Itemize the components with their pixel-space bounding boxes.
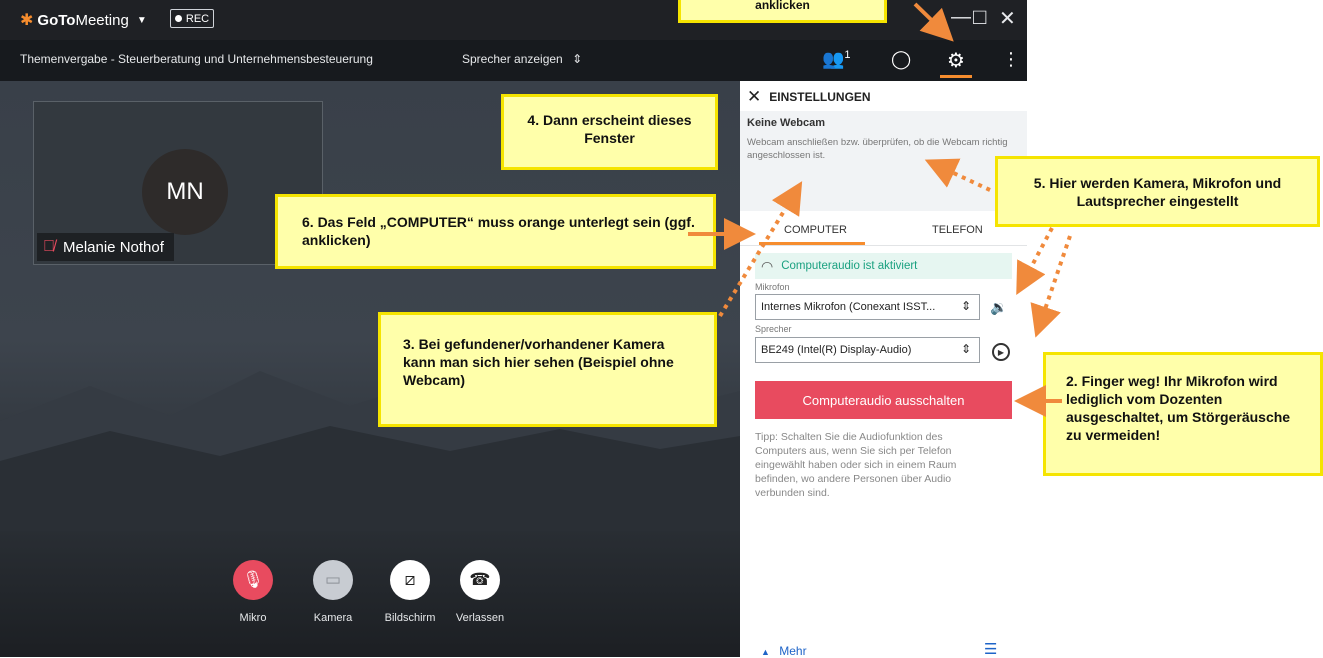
arrow-note5-webcam — [924, 158, 991, 192]
annotation-arrows — [688, 2, 1072, 417]
arrow-note5-mic — [1016, 227, 1054, 296]
arrow-note5-speaker — [1030, 235, 1072, 338]
arrow-webcam-dotted — [718, 181, 803, 318]
arrow-settings — [913, 2, 954, 42]
